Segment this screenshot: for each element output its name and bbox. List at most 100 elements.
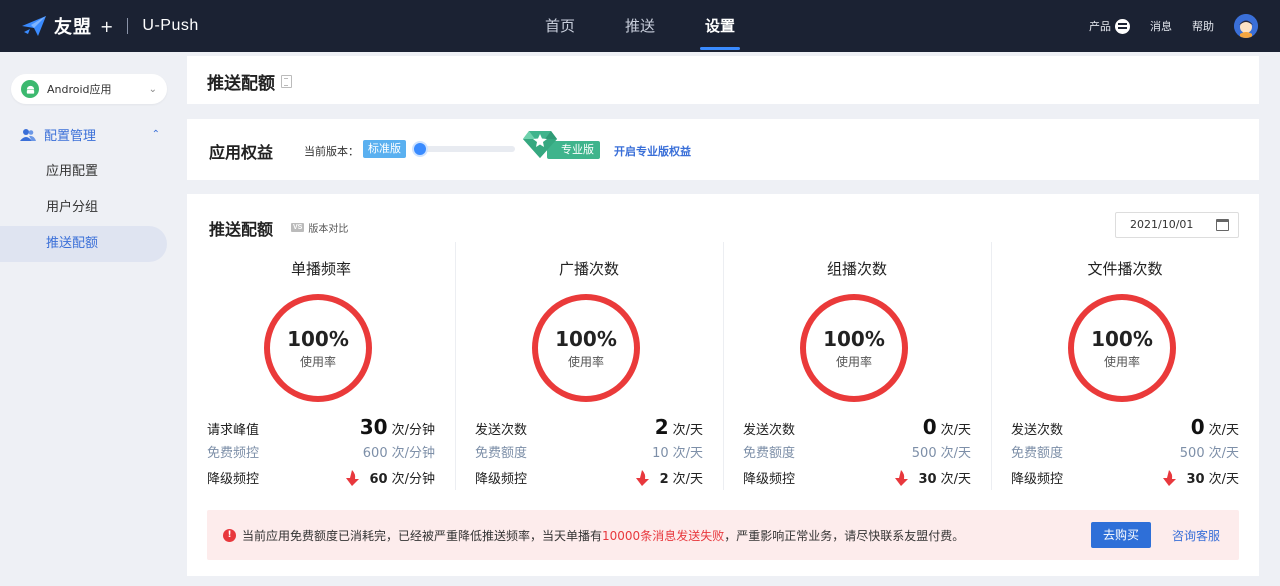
stat-row: 降级频控 30 次/天: [743, 468, 971, 488]
products-label: 产品: [1089, 20, 1111, 33]
nav-home[interactable]: 首页: [520, 0, 600, 52]
stat-row: 免费频控 600 次/分钟: [207, 442, 435, 462]
products-menu[interactable]: 产品: [1089, 18, 1130, 34]
submenu: 应用配置 用户分组 推送配额: [0, 154, 178, 262]
sidebar: Android应用 ⌄ 配置管理 ⌃ 应用配置 用户分组 推送配额: [0, 52, 178, 586]
divider: [127, 18, 129, 34]
stat-row: 免费额度 500 次/天: [1011, 442, 1239, 462]
stat-label: 免费频控: [207, 446, 260, 461]
stat-unit: 次/天: [1208, 472, 1239, 487]
stat-unit: 次/天: [1208, 423, 1239, 438]
stat-value: 600: [362, 446, 388, 461]
page-header-card: 推送配额: [187, 56, 1259, 104]
stat-label: 降级频控: [475, 472, 528, 487]
main-nav: 首页 推送 设置: [520, 0, 760, 52]
quota-title: 推送配额: [209, 220, 274, 239]
umeng-logo-icon: [22, 16, 46, 36]
sidebar-item-app-config[interactable]: 应用配置: [0, 154, 178, 190]
avatar[interactable]: [1234, 14, 1258, 38]
stat-label: 发送次数: [743, 423, 796, 438]
stat-label: 发送次数: [475, 423, 528, 438]
down-arrow-icon: [635, 469, 649, 486]
column-title: 单播频率: [290, 260, 351, 278]
usage-label: 使用率: [567, 354, 604, 369]
stat-unit: 次/分钟: [391, 472, 435, 487]
nav-push[interactable]: 推送: [600, 0, 680, 52]
column-title: 文件播次数: [1087, 260, 1163, 278]
app-selector[interactable]: Android应用 ⌄: [11, 74, 167, 104]
app-rights-card: 应用权益 当前版本： 标准版 专业版 开启专业版权益: [187, 119, 1259, 180]
stat-label: 发送次数: [1011, 423, 1064, 438]
usage-percent: 100%: [287, 326, 349, 351]
stat-unit: 次/天: [940, 472, 971, 487]
menu-group-label: 配置管理: [44, 129, 97, 144]
menu-group-config[interactable]: 配置管理 ⌃: [20, 125, 160, 144]
usage-ring: 100% 使用率: [800, 294, 908, 402]
stat-value: 2: [654, 415, 669, 439]
stat-row: 免费额度 10 次/天: [475, 442, 703, 462]
quota-column-groupcast: 组播次数 100% 使用率 发送次数 0 次/天 免费额度 500 次/天 降级频控…: [723, 242, 991, 492]
usage-percent: 100%: [823, 326, 885, 351]
stat-value: 60: [369, 472, 388, 487]
down-arrow-icon: [345, 469, 359, 486]
stat-unit: 次/天: [940, 423, 971, 438]
stat-row: 降级频控 30 次/天: [1011, 468, 1239, 488]
sidebar-item-user-groups[interactable]: 用户分组: [0, 190, 178, 226]
enable-pro-link[interactable]: 开启专业版权益: [614, 143, 691, 159]
document-icon[interactable]: [281, 75, 292, 88]
current-version-label: 当前版本：: [304, 145, 359, 158]
usage-percent: 100%: [555, 326, 617, 351]
app-selector-label: Android应用: [47, 83, 112, 96]
messages-link[interactable]: 消息: [1150, 18, 1172, 34]
menu-icon: [1115, 18, 1130, 34]
usage-ring: 100% 使用率: [264, 294, 372, 402]
diamond-icon: [523, 131, 557, 158]
page-title-text: 推送配额: [207, 74, 275, 94]
nav-settings[interactable]: 设置: [680, 0, 760, 52]
standard-version-badge: 标准版: [363, 140, 406, 158]
contact-support-link[interactable]: 咨询客服: [1172, 527, 1220, 544]
alert-highlight: 10000条消息发送失败: [602, 528, 725, 543]
alert-text: 当前应用免费额度已消耗完，已经被严重降低推送频率，当天单播有10000条消息发送…: [242, 527, 964, 544]
quota-column-filecast: 文件播次数 100% 使用率 发送次数 0 次/天 免费额度 500 次/天 降级频…: [991, 242, 1259, 492]
stat-unit: 次/分钟: [391, 423, 435, 438]
alert-text-part2: ，严重影响正常业务，请尽快联系友盟付费。: [724, 528, 965, 543]
help-link[interactable]: 帮助: [1192, 18, 1214, 34]
column-title: 广播次数: [558, 260, 619, 278]
stat-unit: 次/天: [672, 423, 703, 438]
top-right-links: 产品 消息 帮助: [1089, 0, 1258, 52]
version-progress-track: [415, 146, 515, 152]
version-compare-link[interactable]: VS 版本对比: [291, 220, 348, 235]
down-arrow-icon: [1162, 469, 1176, 486]
stat-value: 10: [652, 446, 669, 461]
buy-button[interactable]: 去购买: [1091, 522, 1151, 548]
alert-text-part1: 当前应用免费额度已消耗完，已经被严重降低推送频率，当天单播有: [242, 528, 603, 543]
stat-label: 降级频控: [207, 472, 260, 487]
sidebar-item-push-quota[interactable]: 推送配额: [0, 226, 167, 262]
usage-ring: 100% 使用率: [1068, 294, 1176, 402]
stat-label: 免费额度: [1011, 446, 1064, 461]
quota-column-unicast: 单播频率 100% 使用率 请求峰值 30 次/分钟 免费频控 600 次/分钟 降…: [187, 242, 455, 492]
down-arrow-icon: [894, 469, 908, 486]
push-quota-card: 推送配额 VS 版本对比 2021/10/01 单播频率 100% 使用率 请求…: [187, 194, 1259, 576]
usage-percent: 100%: [1091, 326, 1153, 351]
android-icon: [21, 80, 39, 98]
version-compare-label: 版本对比: [308, 224, 349, 235]
stat-row: 发送次数 2 次/天: [475, 415, 703, 439]
usage-label: 使用率: [835, 354, 872, 369]
chevron-up-icon: ⌃: [151, 129, 160, 140]
stat-label: 降级频控: [1011, 472, 1064, 487]
vs-icon: VS: [291, 223, 305, 232]
users-icon: [20, 128, 36, 141]
stat-value: 30: [1186, 472, 1205, 487]
top-navbar: 友盟 + U-Push 首页 推送 设置 产品 消息 帮助: [0, 0, 1280, 52]
stat-row: 降级频控 2 次/天: [475, 468, 703, 488]
column-title: 组播次数: [826, 260, 887, 278]
date-picker[interactable]: 2021/10/01: [1115, 212, 1239, 238]
chevron-down-icon: ⌄: [148, 83, 157, 95]
stat-row: 免费额度 500 次/天: [743, 442, 971, 462]
stat-value: 2: [659, 472, 669, 487]
product-name: U-Push: [142, 17, 199, 34]
stat-value: 0: [1190, 415, 1205, 439]
logo[interactable]: 友盟 + U-Push: [20, 12, 199, 40]
